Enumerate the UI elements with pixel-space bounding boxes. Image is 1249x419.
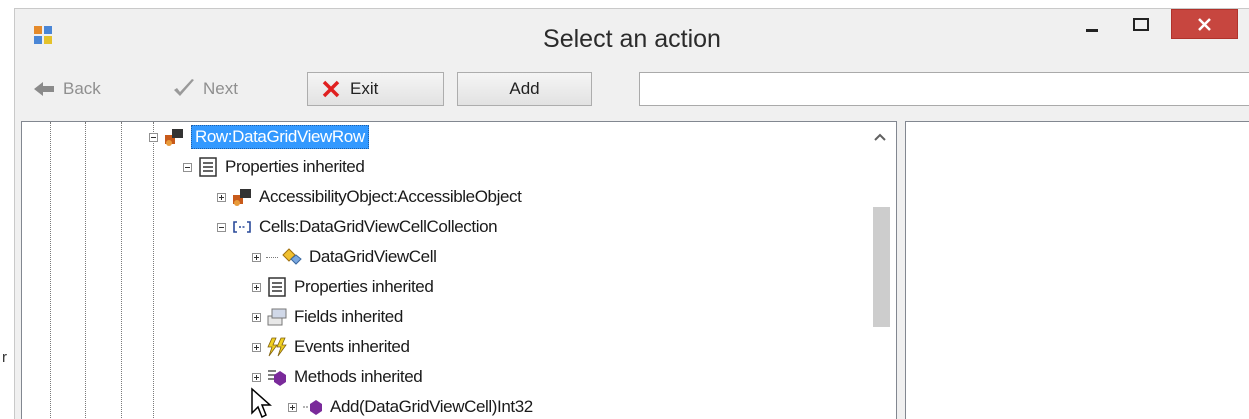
tree-guide-line bbox=[153, 122, 154, 419]
object-icon bbox=[231, 186, 253, 208]
tree-node[interactable]: Fields inherited bbox=[252, 302, 403, 332]
next-button[interactable]: Next bbox=[171, 72, 271, 106]
tree-connector bbox=[266, 256, 278, 258]
exit-button[interactable]: Exit bbox=[307, 72, 444, 106]
method-icon bbox=[302, 396, 324, 418]
close-button[interactable] bbox=[1171, 9, 1238, 39]
expand-toggle-icon[interactable] bbox=[217, 192, 226, 202]
methods-icon bbox=[266, 366, 288, 388]
events-icon bbox=[266, 336, 288, 358]
tree-node[interactable]: AccessibilityObject:AccessibleObject bbox=[217, 182, 522, 212]
tree-node[interactable]: Properties inherited bbox=[183, 152, 365, 182]
scroll-up-button[interactable] bbox=[864, 122, 896, 152]
tree-node-label: Row:DataGridViewRow bbox=[191, 125, 369, 149]
tree-node[interactable]: Add(DataGridViewCell)Int32 bbox=[288, 392, 533, 419]
collapse-toggle-icon[interactable] bbox=[183, 162, 192, 172]
tree-node-label: Events inherited bbox=[294, 337, 410, 356]
expand-toggle-icon[interactable] bbox=[252, 282, 261, 292]
tree-node[interactable]: Events inherited bbox=[252, 332, 410, 362]
add-button[interactable]: Add bbox=[457, 72, 592, 106]
object-icon bbox=[163, 126, 185, 148]
tree-node-label: Methods inherited bbox=[294, 367, 423, 386]
tree-view[interactable]: Row:DataGridViewRow Properties inherited… bbox=[21, 121, 897, 419]
select-action-window: Select an action Back Next Exit Add Row:… bbox=[14, 8, 1249, 419]
back-label: Back bbox=[63, 79, 101, 98]
expand-toggle-icon[interactable] bbox=[252, 252, 261, 262]
maximize-icon bbox=[1133, 18, 1149, 31]
maximize-button[interactable] bbox=[1121, 9, 1161, 43]
scroll-thumb[interactable] bbox=[873, 207, 890, 327]
tree-node[interactable]: Cells:DataGridViewCellCollection bbox=[217, 212, 498, 242]
expand-toggle-icon[interactable] bbox=[252, 312, 261, 322]
tree-node-label: Cells:DataGridViewCellCollection bbox=[259, 217, 498, 236]
back-button[interactable]: Back bbox=[31, 72, 131, 106]
collapse-toggle-icon[interactable] bbox=[149, 132, 158, 142]
tree-node[interactable]: Properties inherited bbox=[252, 272, 434, 302]
expand-toggle-icon[interactable] bbox=[252, 342, 261, 352]
window-title: Select an action bbox=[543, 25, 721, 53]
tree-node-label: Add(DataGridViewCell)Int32 bbox=[330, 397, 533, 416]
tree-guide-line bbox=[85, 122, 86, 419]
toolbar: Back Next Exit Add bbox=[15, 69, 1249, 117]
tree-node-label: Properties inherited bbox=[294, 277, 434, 296]
stray-glyph: r bbox=[2, 349, 7, 366]
tree-node-label: AccessibilityObject:AccessibleObject bbox=[259, 187, 522, 206]
tree-node[interactable]: Row:DataGridViewRow bbox=[149, 122, 369, 152]
tree-node[interactable]: DataGridViewCell bbox=[252, 242, 437, 272]
expand-toggle-icon[interactable] bbox=[288, 402, 297, 412]
add-label: Add bbox=[509, 79, 540, 98]
expand-toggle-icon[interactable] bbox=[252, 372, 261, 382]
class-icon bbox=[281, 246, 303, 268]
detail-panel bbox=[905, 121, 1249, 419]
search-input[interactable] bbox=[639, 72, 1249, 106]
collapse-toggle-icon[interactable] bbox=[217, 222, 226, 232]
tree-guide-line bbox=[50, 122, 51, 419]
collection-icon bbox=[231, 216, 253, 238]
minimize-button[interactable] bbox=[1075, 9, 1109, 43]
properties-icon bbox=[197, 156, 219, 178]
tree-node-label: Fields inherited bbox=[294, 307, 403, 326]
tree-node-label: DataGridViewCell bbox=[309, 247, 437, 266]
close-icon bbox=[1198, 18, 1211, 31]
properties-icon bbox=[266, 276, 288, 298]
back-arrow-icon bbox=[31, 77, 57, 101]
mouse-cursor-icon bbox=[251, 387, 272, 419]
title-bar: Select an action bbox=[15, 9, 1249, 69]
tree-scrollbar[interactable] bbox=[864, 122, 896, 419]
exit-label: Exit bbox=[350, 79, 379, 98]
minimize-icon bbox=[1086, 29, 1098, 32]
chevron-up-icon bbox=[874, 133, 886, 141]
tree-guide-line bbox=[121, 122, 122, 419]
exit-x-icon bbox=[318, 77, 344, 101]
fields-icon bbox=[266, 306, 288, 328]
checkmark-icon bbox=[171, 77, 197, 101]
next-label: Next bbox=[203, 79, 238, 98]
tree-node-label: Properties inherited bbox=[225, 157, 365, 176]
